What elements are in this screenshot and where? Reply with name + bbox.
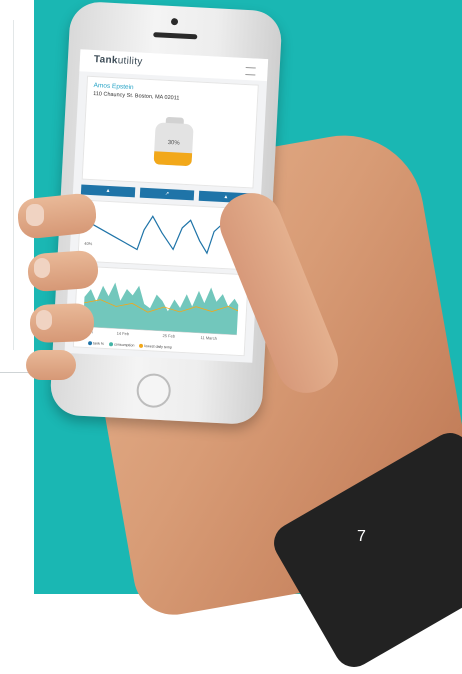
legend-dot-tank <box>87 341 93 346</box>
fingernail <box>34 258 50 278</box>
consumption-area-chart: 25 Jan 14 Feb 25 Feb 11 March tank % con… <box>72 265 249 357</box>
little-finger <box>26 350 76 380</box>
fingernail <box>36 310 52 330</box>
propane-tank-icon: 30% <box>153 122 194 167</box>
y-tick-40: 40% <box>84 240 93 247</box>
x-tick-2: 14 Feb <box>116 330 130 337</box>
x-tick-4: 11 March <box>200 334 218 341</box>
fingernail <box>26 204 44 226</box>
tank-level-fill <box>153 151 193 167</box>
tank-level-series-line <box>90 215 240 255</box>
customer-name[interactable]: Amos Epstein <box>93 82 133 91</box>
chart-legend: tank % consumption lowest daily temp <box>84 341 172 350</box>
action-button-1[interactable]: ▲ <box>80 184 136 198</box>
legend-dot-temp <box>139 343 144 349</box>
speaker-grille <box>153 32 198 40</box>
action-button-2[interactable]: ↗ <box>139 187 195 201</box>
tank-level-label: 30% <box>167 139 180 147</box>
hand-holding-phone-photo: Tankutility Amos Epstein 110 Chauncy St.… <box>0 0 462 674</box>
legend-tank: tank % <box>92 341 105 346</box>
front-camera-icon <box>170 18 179 26</box>
menu-icon[interactable] <box>245 66 256 76</box>
legend-dot-consumption <box>108 342 114 347</box>
tank-status-card: Amos Epstein 110 Chauncy St. Boston, MA … <box>81 75 259 189</box>
customer-address: 110 Chauncy St. Boston, MA 02011 <box>92 91 180 102</box>
area-chart-svg <box>82 282 239 336</box>
legend-temp: lowest daily temp <box>144 344 173 350</box>
page-number: 7 <box>357 528 366 545</box>
legend-consumption: consumption <box>113 342 135 348</box>
home-button[interactable] <box>135 372 172 409</box>
x-tick-3: 25 Feb <box>162 332 176 339</box>
app-logo: Tankutility <box>93 54 143 68</box>
